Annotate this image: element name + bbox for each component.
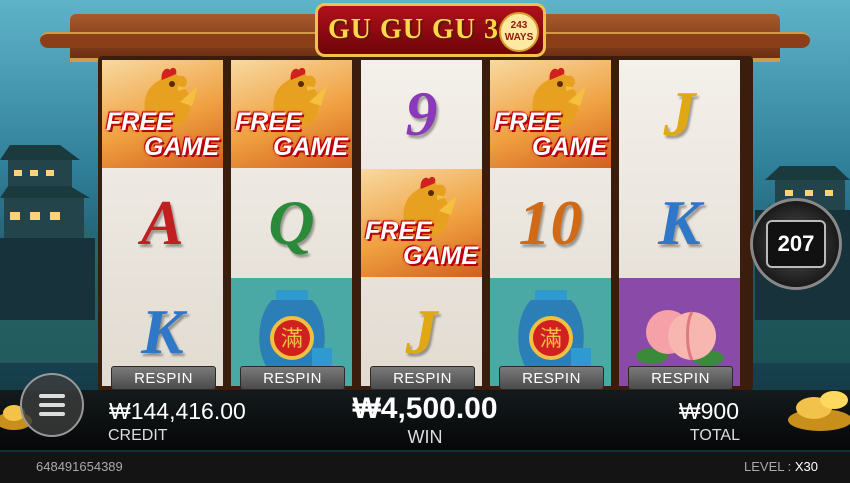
ways-badge: 243 WAYS [499, 12, 539, 52]
level-label: LEVEL : [744, 459, 792, 474]
symbol-a: A [102, 169, 223, 277]
symbol-glyph: Q [268, 187, 315, 258]
symbol-glyph: 10 [518, 187, 583, 258]
reel-1: FREE GAME A K [102, 60, 223, 386]
reel-3: 9 FREE GAME J [361, 60, 482, 386]
footer-bar [0, 452, 850, 483]
symbol-glyph: K [658, 187, 701, 258]
symbol-free-game: FREE GAME [490, 60, 611, 168]
level-value: X30 [794, 459, 818, 474]
symbol-free-game: FREE GAME [231, 60, 352, 168]
symbol-j: J [619, 60, 740, 168]
symbol-glyph: A [141, 187, 184, 258]
symbol-q: Q [231, 169, 352, 277]
symbol-free-game: FREE GAME [102, 60, 223, 168]
reel-4: FREE GAME 10 滿 [490, 60, 611, 386]
symbol-free-game: FREE GAME [361, 169, 482, 277]
respin-button-reel-2[interactable]: RESPIN [240, 366, 345, 390]
free-game-label: FREE GAME [494, 108, 607, 161]
peach-icon [635, 310, 724, 366]
free-game-label: FREE GAME [106, 108, 219, 161]
level-indicator: LEVEL : X30 [744, 459, 818, 474]
free-game-label: FREE GAME [365, 217, 478, 270]
respin-button-reel-1[interactable]: RESPIN [111, 366, 216, 390]
svg-text:滿: 滿 [539, 327, 561, 352]
vase-icon: 滿 [258, 290, 332, 374]
pagoda-icon [0, 145, 95, 320]
ways-number: 243 [510, 20, 528, 31]
reel-5: JK [619, 60, 740, 386]
symbol-k: K [619, 169, 740, 277]
respin-button-reel-3[interactable]: RESPIN [370, 366, 475, 390]
spin-counter-value: 207 [766, 220, 826, 268]
reel-area: FREE GAME A K FREE GAME Q 滿 9 FREE GAME J FREE GAM… [98, 56, 753, 391]
symbol-9: 9 [361, 60, 482, 168]
symbol-glyph: 9 [405, 78, 438, 149]
spin-counter[interactable]: 207 [750, 198, 842, 290]
ways-label: WAYS [504, 32, 534, 43]
vase-icon: 滿 [517, 290, 591, 374]
symbol-glyph: J [405, 296, 438, 367]
respin-button-reel-5[interactable]: RESPIN [628, 366, 733, 390]
free-game-label: FREE GAME [235, 108, 348, 161]
symbol-glyph: J [663, 78, 696, 149]
game-title: GU GU GU 3 [328, 14, 499, 45]
round-id: 648491654389 [36, 459, 123, 474]
total-bet-value[interactable]: ₩900 [679, 398, 739, 425]
respin-button-reel-4[interactable]: RESPIN [499, 366, 604, 390]
svg-text:滿: 滿 [280, 327, 302, 352]
symbol-glyph: K [141, 296, 184, 367]
symbol-10: 10 [490, 169, 611, 277]
total-bet-label: TOTAL [689, 427, 740, 444]
reel-2: FREE GAME Q 滿 [231, 60, 352, 386]
game-logo: GU GU GU 3 243 WAYS [315, 3, 546, 57]
